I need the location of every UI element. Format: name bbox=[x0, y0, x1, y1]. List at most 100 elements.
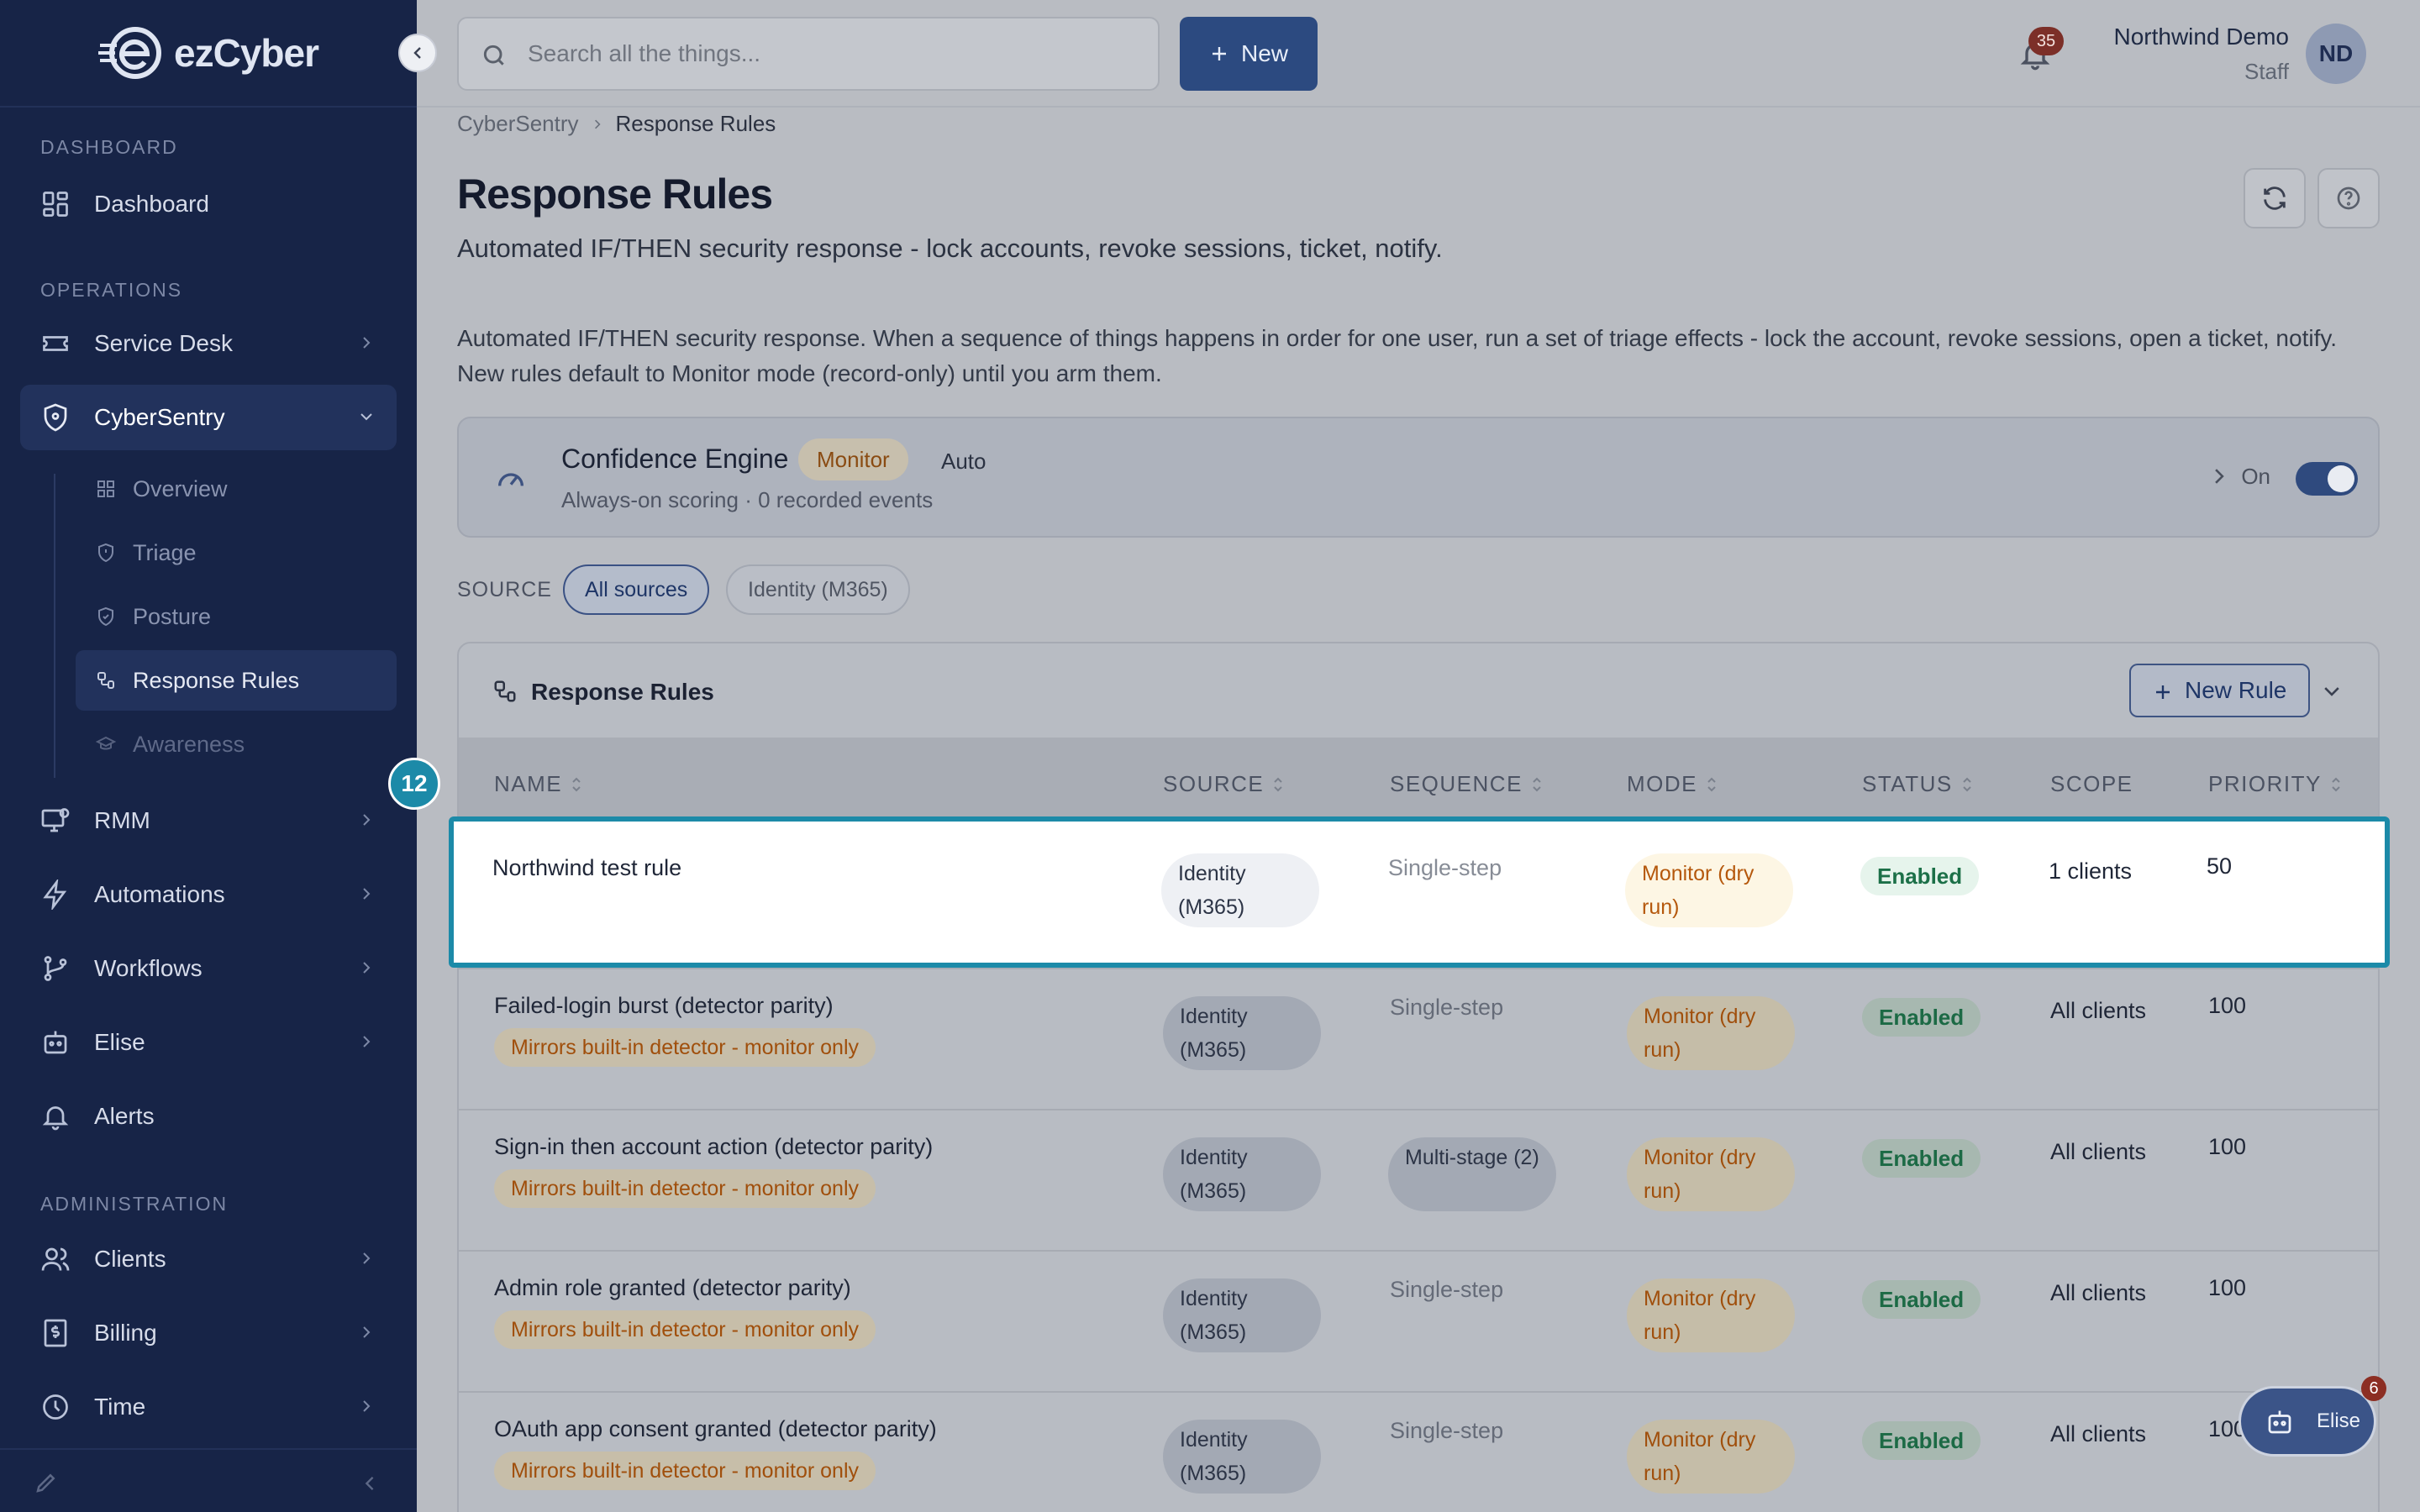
mode-pill: Monitor (dry run) bbox=[1625, 853, 1793, 927]
new-button[interactable]: New bbox=[1180, 17, 1318, 91]
sidebar-item-label: Workflows bbox=[94, 955, 203, 981]
highlighted-table-row[interactable]: Northwind test rule Identity (M365) Sing… bbox=[449, 816, 2390, 968]
search-icon bbox=[483, 45, 504, 66]
rule-name[interactable]: Failed-login burst (detector parity) bbox=[494, 993, 834, 1019]
grid-icon bbox=[97, 480, 114, 497]
table-row[interactable]: Admin role granted (detector parity) Mir… bbox=[459, 1250, 2378, 1391]
engine-toggle[interactable] bbox=[2296, 462, 2358, 496]
sidebar-item-time[interactable]: Time bbox=[20, 1374, 397, 1440]
shield-icon bbox=[44, 403, 67, 432]
sidebar-item-label: Time bbox=[94, 1394, 146, 1420]
column-header-priority[interactable]: PRIORITY bbox=[2208, 771, 2342, 797]
sidebar-item-clients[interactable]: Clients bbox=[20, 1226, 397, 1292]
sidebar-item-cybersentry[interactable]: CyberSentry bbox=[20, 385, 397, 450]
sidebar-footer bbox=[0, 1448, 417, 1512]
user-name[interactable]: Northwind Demo bbox=[2113, 24, 2289, 50]
sidebar-item-label: Alerts bbox=[94, 1103, 155, 1129]
breadcrumb-parent[interactable]: CyberSentry bbox=[457, 111, 579, 137]
sort-icon bbox=[1533, 777, 1541, 791]
step-number-badge: 12 bbox=[388, 758, 440, 810]
mode-pill: Monitor (dry run) bbox=[1627, 1137, 1795, 1211]
sort-icon bbox=[2332, 777, 2340, 791]
column-header-source[interactable]: SOURCE bbox=[1163, 771, 1284, 797]
confidence-engine-panel[interactable]: Confidence Engine Monitor Auto Always-on… bbox=[457, 417, 2380, 538]
engine-mode-badge: Monitor bbox=[798, 438, 908, 480]
chevron-right-icon bbox=[363, 1036, 371, 1047]
sidebar: ezCyber DASHBOARD Dashboard OPERATIONS S… bbox=[0, 0, 417, 1512]
sidebar-subitem-label: Posture bbox=[133, 603, 212, 629]
sidebar-subitem-posture[interactable]: Posture bbox=[76, 586, 397, 647]
sidebar-subitem-label: Response Rules bbox=[133, 667, 300, 693]
mirror-badge: Mirrors built-in detector - monitor only bbox=[494, 1452, 876, 1490]
sidebar-collapse-button[interactable] bbox=[398, 34, 437, 72]
filter-chip-identity[interactable]: Identity (M365) bbox=[726, 564, 910, 615]
sidebar-item-elise[interactable]: Elise bbox=[20, 1010, 397, 1075]
sequence-text: Single-step bbox=[1390, 1418, 1504, 1443]
search-input[interactable]: Search all the things... bbox=[457, 17, 1160, 91]
new-button-label: New bbox=[1240, 40, 1288, 66]
rule-name[interactable]: Admin role granted (detector parity) bbox=[494, 1275, 851, 1301]
sidebar-item-alerts[interactable]: Alerts bbox=[20, 1084, 397, 1149]
chevron-right-icon bbox=[363, 888, 371, 900]
breadcrumb-current: Response Rules bbox=[615, 111, 776, 136]
pencil-icon[interactable] bbox=[34, 1470, 59, 1495]
column-header-name[interactable]: NAME bbox=[494, 771, 582, 797]
scope-value: 1 clients bbox=[2049, 858, 2133, 884]
table-row[interactable]: Failed-login burst (detector parity) Mir… bbox=[459, 968, 2378, 1109]
new-rule-button[interactable]: New Rule bbox=[2129, 664, 2311, 717]
dashboard-grid-icon bbox=[43, 192, 68, 217]
brand-logo[interactable]: ezCyber bbox=[0, 0, 417, 108]
chevron-down-icon bbox=[360, 413, 372, 421]
shield-check-icon bbox=[98, 606, 113, 627]
topbar: Search all the things... New 35 Northwin… bbox=[417, 0, 2420, 108]
sidebar-subitem-triage[interactable]: Triage bbox=[76, 522, 397, 583]
table-row[interactable]: Sign-in then account action (detector pa… bbox=[459, 1109, 2378, 1250]
rule-name[interactable]: OAuth app consent granted (detector pari… bbox=[494, 1416, 937, 1442]
scope-value: All clients bbox=[2050, 998, 2147, 1023]
sidebar-item-billing[interactable]: Billing bbox=[20, 1300, 397, 1366]
source-pill: Identity (M365) bbox=[1163, 1137, 1321, 1211]
notification-count-badge: 35 bbox=[2028, 27, 2064, 55]
sidebar-item-rmm[interactable]: RMM bbox=[20, 788, 397, 853]
bell-icon bbox=[42, 1106, 69, 1131]
chevron-right-icon bbox=[594, 119, 601, 129]
status-badge: Enabled bbox=[1862, 1139, 1981, 1178]
source-pill: Identity (M365) bbox=[1163, 1420, 1321, 1494]
source-pill: Identity (M365) bbox=[1163, 996, 1321, 1070]
column-header-status[interactable]: STATUS bbox=[1862, 771, 1973, 797]
refresh-icon bbox=[2264, 186, 2286, 210]
sidebar-subitem-awareness[interactable]: Awareness bbox=[76, 714, 397, 774]
elise-assistant-button[interactable]: Elise bbox=[2238, 1386, 2376, 1457]
sidebar-item-workflows[interactable]: Workflows bbox=[20, 936, 397, 1001]
sidebar-subitem-response-rules[interactable]: Response Rules bbox=[76, 650, 397, 711]
filter-chip-all-sources[interactable]: All sources bbox=[563, 564, 710, 615]
column-header-sequence[interactable]: SEQUENCE bbox=[1390, 771, 1543, 797]
chevron-right-icon bbox=[363, 962, 371, 974]
engine-toggle-label: On bbox=[2241, 464, 2270, 489]
help-button[interactable] bbox=[2317, 168, 2380, 228]
sidebar-item-service-desk[interactable]: Service Desk bbox=[20, 311, 397, 376]
scope-value: All clients bbox=[2050, 1139, 2147, 1164]
status-badge: Enabled bbox=[1860, 857, 1980, 895]
refresh-button[interactable] bbox=[2244, 168, 2306, 228]
shield-alert-icon bbox=[98, 543, 113, 563]
card-title: Response Rules bbox=[531, 679, 714, 705]
chevron-right-icon[interactable] bbox=[2208, 465, 2230, 487]
column-header-mode[interactable]: MODE bbox=[1627, 771, 1718, 797]
sidebar-item-automations[interactable]: Automations bbox=[20, 862, 397, 927]
sidebar-subitem-overview[interactable]: Overview bbox=[76, 459, 397, 519]
rule-name[interactable]: Northwind test rule bbox=[492, 855, 681, 881]
table-row[interactable]: OAuth app consent granted (detector pari… bbox=[459, 1391, 2378, 1512]
sidebar-item-label: Billing bbox=[94, 1320, 157, 1346]
search-placeholder: Search all the things... bbox=[528, 40, 761, 66]
sidebar-item-dashboard[interactable]: Dashboard bbox=[20, 171, 397, 237]
submenu-line bbox=[54, 474, 55, 778]
rule-name[interactable]: Sign-in then account action (detector pa… bbox=[494, 1134, 933, 1160]
chevron-down-icon[interactable] bbox=[2321, 680, 2343, 702]
chevron-left-icon[interactable] bbox=[360, 1473, 380, 1494]
mode-pill: Monitor (dry run) bbox=[1627, 996, 1795, 1070]
clock-icon bbox=[43, 1394, 68, 1420]
avatar[interactable]: ND bbox=[2306, 24, 2366, 84]
graduation-cap-icon bbox=[96, 736, 116, 750]
ezcyber-logo-icon bbox=[98, 27, 162, 79]
